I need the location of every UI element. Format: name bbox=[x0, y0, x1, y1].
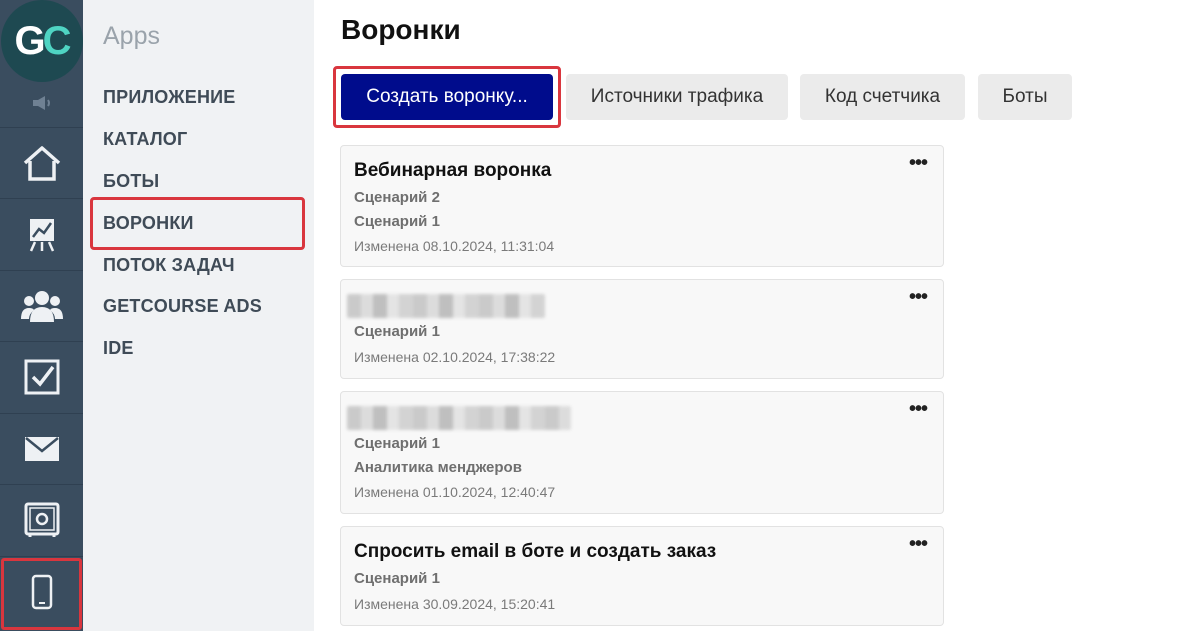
logo-text: GC bbox=[14, 18, 71, 63]
apps-item-application[interactable]: ПРИЛОЖЕНИЕ bbox=[103, 87, 236, 108]
counter-code-button[interactable]: Код счетчика bbox=[800, 74, 965, 120]
apps-item-ide[interactable]: IDE bbox=[103, 338, 134, 359]
funnel-card[interactable]: Вебинарная воронка ••• Сценарий 2 Сценар… bbox=[340, 145, 944, 267]
create-funnel-button[interactable]: Создать воронку... bbox=[341, 74, 553, 120]
funnel-card[interactable]: ••• Сценарий 1 Изменена 02.10.2024, 17:3… bbox=[340, 279, 944, 379]
funnel-scenario[interactable]: Сценарий 1 bbox=[354, 323, 440, 340]
rail-safe[interactable] bbox=[0, 484, 83, 555]
more-menu-icon[interactable]: ••• bbox=[909, 287, 928, 307]
funnel-scenario[interactable]: Сценарий 1 bbox=[354, 435, 440, 452]
apps-item-catalog[interactable]: КАТАЛОГ bbox=[103, 129, 187, 150]
rail-tasks[interactable] bbox=[0, 341, 83, 412]
funnel-scenario[interactable]: Сценарий 1 bbox=[354, 213, 440, 230]
funnel-card[interactable]: Спросить email в боте и создать заказ ••… bbox=[340, 526, 944, 626]
apps-item-task-flow[interactable]: ПОТОК ЗАДАЧ bbox=[103, 255, 235, 276]
chart-icon bbox=[25, 215, 59, 253]
speaker-icon[interactable] bbox=[0, 88, 83, 118]
home-icon bbox=[22, 144, 62, 182]
safe-icon bbox=[24, 502, 60, 538]
rail-analytics[interactable] bbox=[0, 198, 83, 269]
funnel-modified: Изменена 02.10.2024, 17:38:22 bbox=[354, 349, 556, 365]
more-menu-icon[interactable]: ••• bbox=[909, 399, 928, 419]
checkbox-icon bbox=[24, 359, 60, 395]
funnel-scenario[interactable]: Сценарий 2 bbox=[354, 189, 440, 206]
funnel-scenario[interactable]: Аналитика менджеров bbox=[354, 459, 522, 476]
rail-home[interactable] bbox=[0, 127, 83, 198]
rail-mail[interactable] bbox=[0, 413, 83, 484]
funnel-card[interactable]: ••• Сценарий 1 Аналитика менджеров Измен… bbox=[340, 391, 944, 514]
funnel-scenario[interactable]: Сценарий 1 bbox=[354, 570, 440, 587]
apps-item-funnels[interactable]: ВОРОНКИ bbox=[103, 213, 194, 234]
bots-button[interactable]: Боты bbox=[978, 74, 1072, 120]
mail-icon bbox=[24, 436, 60, 462]
rail-users[interactable] bbox=[0, 270, 83, 341]
icon-rail: GC bbox=[0, 0, 83, 631]
funnel-title[interactable]: Спросить email в боте и создать заказ bbox=[354, 541, 716, 563]
more-menu-icon[interactable]: ••• bbox=[909, 534, 928, 554]
getcourse-logo[interactable]: GC bbox=[0, 0, 83, 82]
apps-item-getcourse-ads[interactable]: GETCOURSE ADS bbox=[103, 296, 262, 317]
users-icon bbox=[20, 289, 63, 323]
funnel-title-redacted bbox=[347, 294, 545, 318]
apps-title: Apps bbox=[103, 22, 160, 50]
funnel-title[interactable]: Вебинарная воронка bbox=[354, 160, 551, 182]
funnel-title-redacted bbox=[347, 406, 571, 430]
logo-circle: GC bbox=[0, 0, 83, 82]
apps-menu: Apps ПРИЛОЖЕНИЕ КАТАЛОГ БОТЫ ВОРОНКИ ПОТ… bbox=[83, 0, 314, 631]
apps-item-bots[interactable]: БОТЫ bbox=[103, 171, 159, 192]
more-menu-icon[interactable]: ••• bbox=[909, 153, 928, 173]
funnel-modified: Изменена 01.10.2024, 12:40:47 bbox=[354, 484, 556, 500]
funnel-modified: Изменена 30.09.2024, 15:20:41 bbox=[354, 596, 556, 612]
funnel-modified: Изменена 08.10.2024, 11:31:04 bbox=[354, 238, 555, 254]
mobile-icon bbox=[31, 574, 53, 610]
rail-apps[interactable] bbox=[0, 556, 83, 627]
page-title: Воронки bbox=[341, 14, 461, 45]
traffic-sources-button[interactable]: Источники трафика bbox=[566, 74, 788, 120]
